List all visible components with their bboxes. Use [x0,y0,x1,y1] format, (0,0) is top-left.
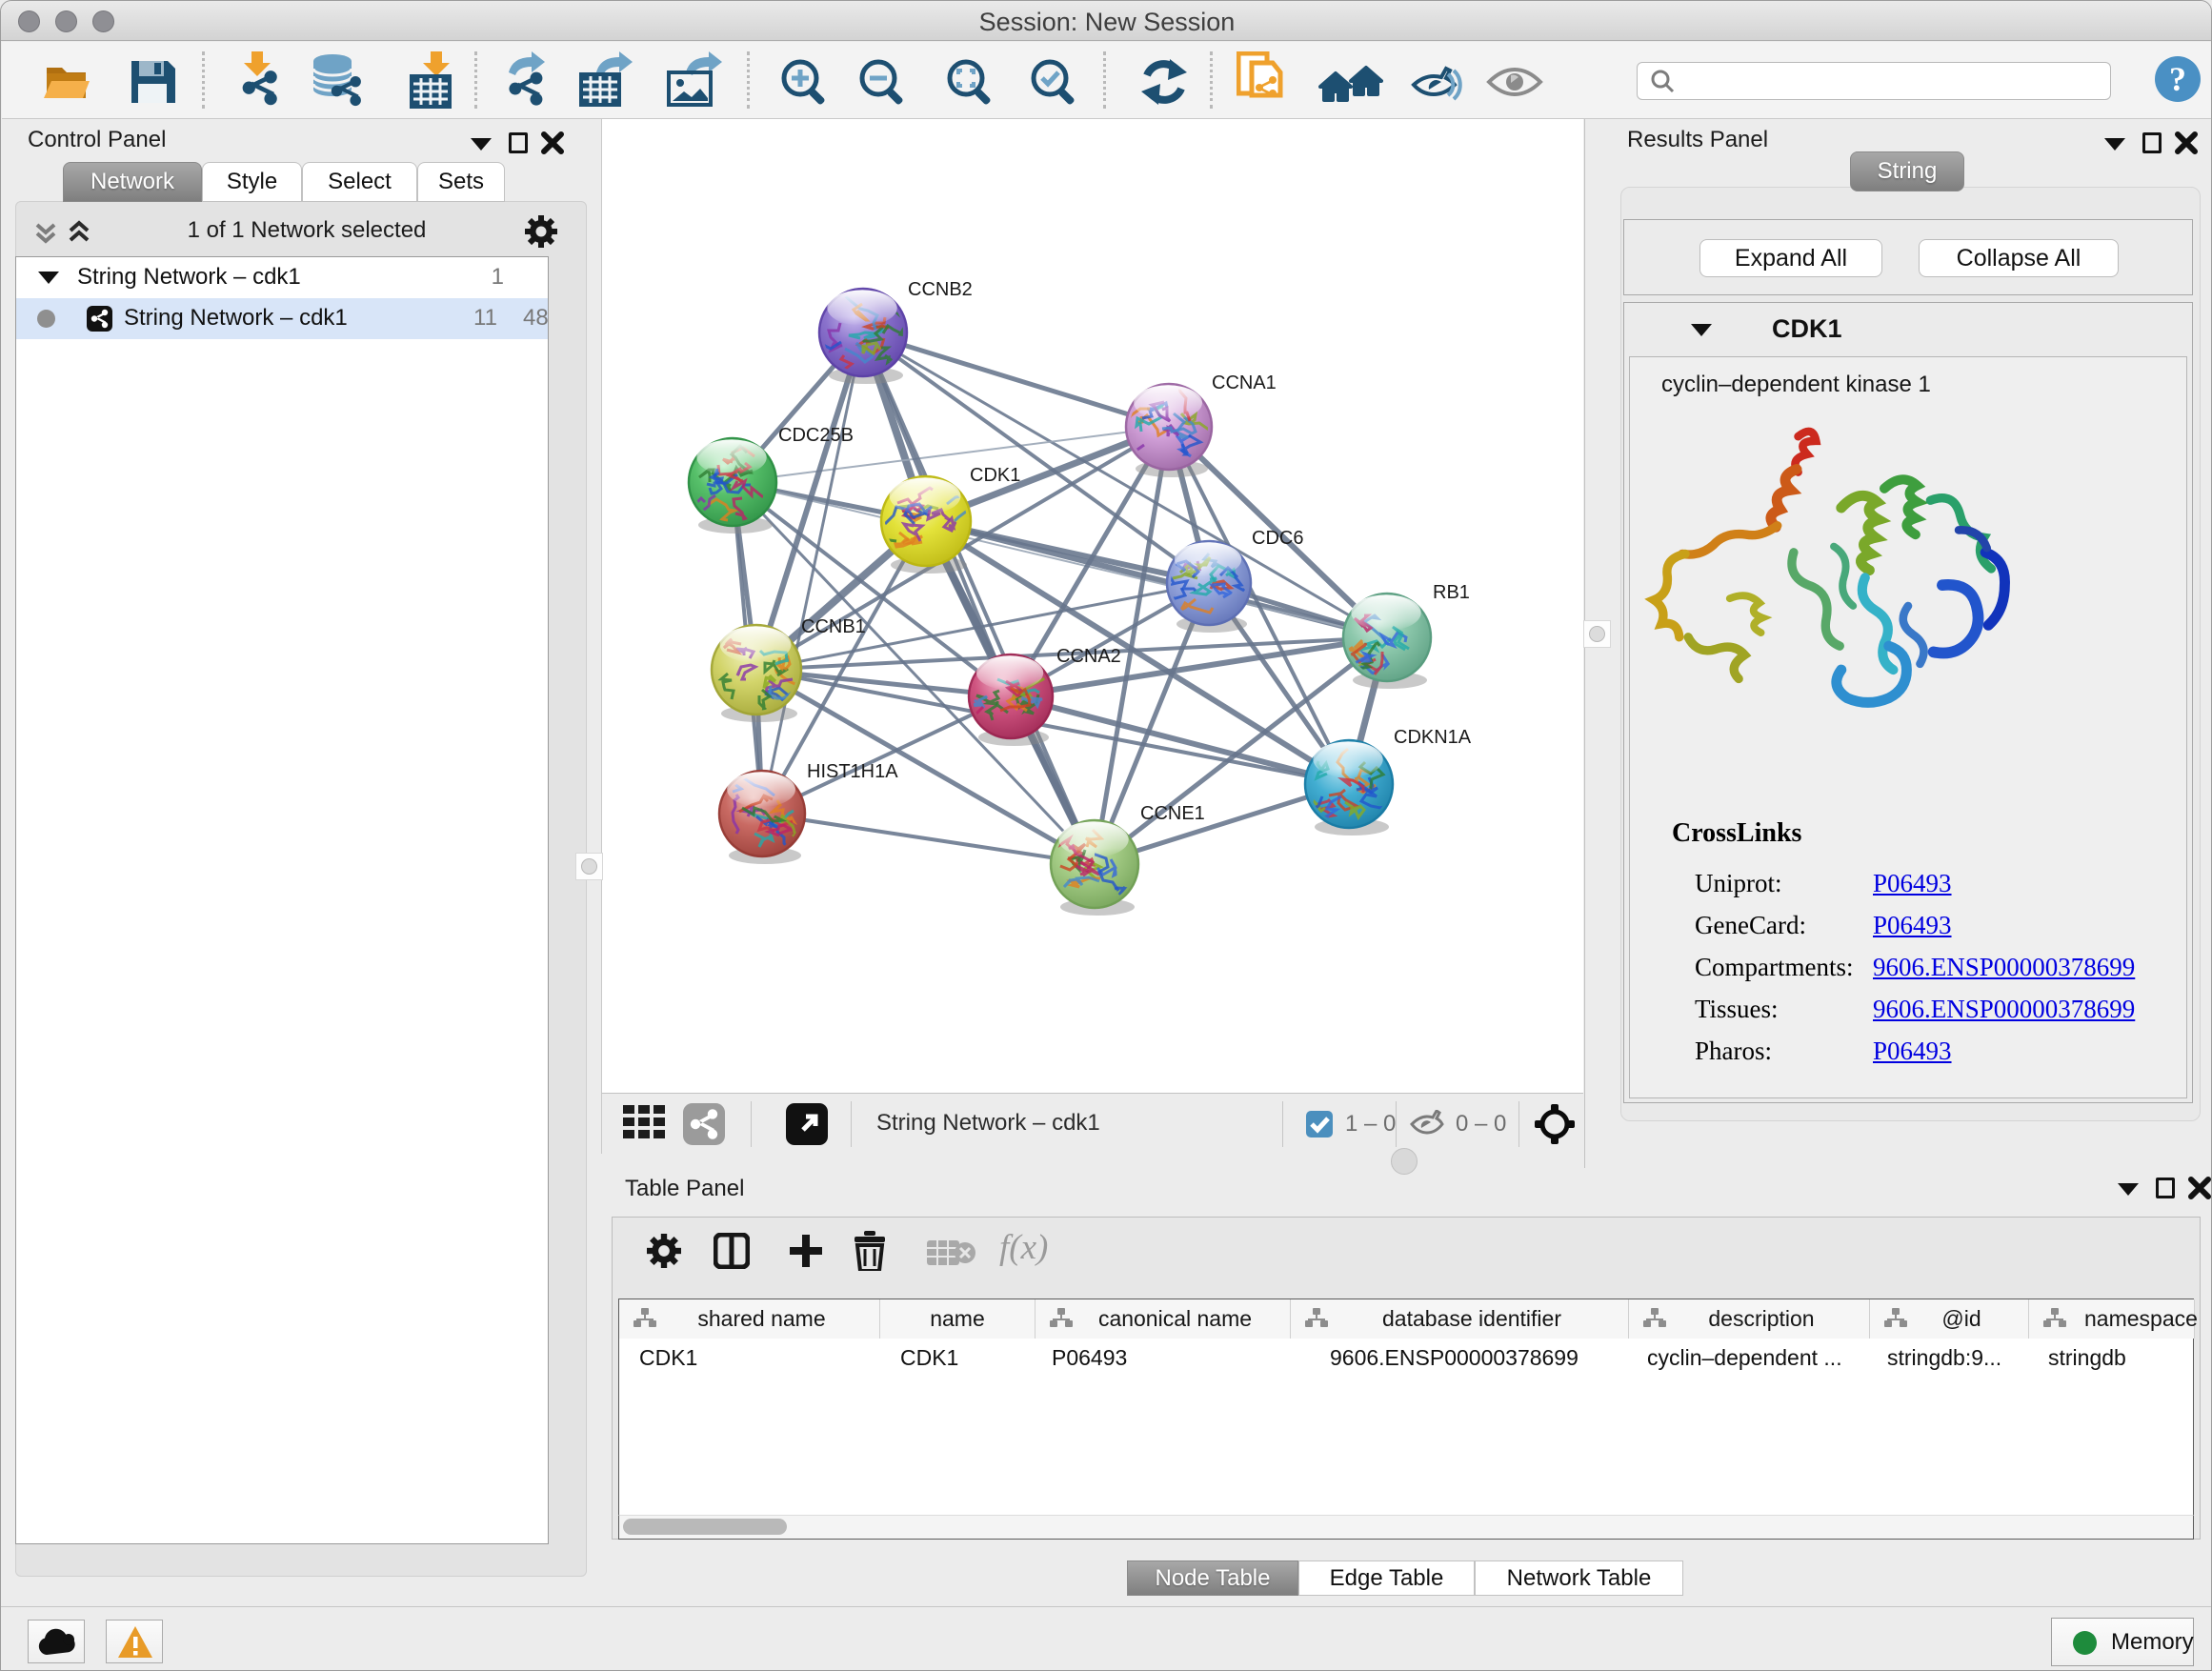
svg-text:RB1: RB1 [1433,582,1470,603]
svg-text:HIST1H1A: HIST1H1A [807,761,898,782]
svg-text:CDC25B: CDC25B [778,425,854,446]
svg-text:CCNA2: CCNA2 [1056,646,1121,667]
svg-text:CCNB2: CCNB2 [908,279,973,300]
svg-text:CDK1: CDK1 [970,465,1020,486]
svg-text:?: ? [2169,60,2186,98]
svg-text:CDC6: CDC6 [1252,528,1303,549]
svg-text:CCNB1: CCNB1 [801,616,866,637]
svg-text:CCNA1: CCNA1 [1212,372,1277,393]
svg-text:CCNE1: CCNE1 [1140,803,1205,824]
svg-text:CDKN1A: CDKN1A [1394,727,1472,748]
